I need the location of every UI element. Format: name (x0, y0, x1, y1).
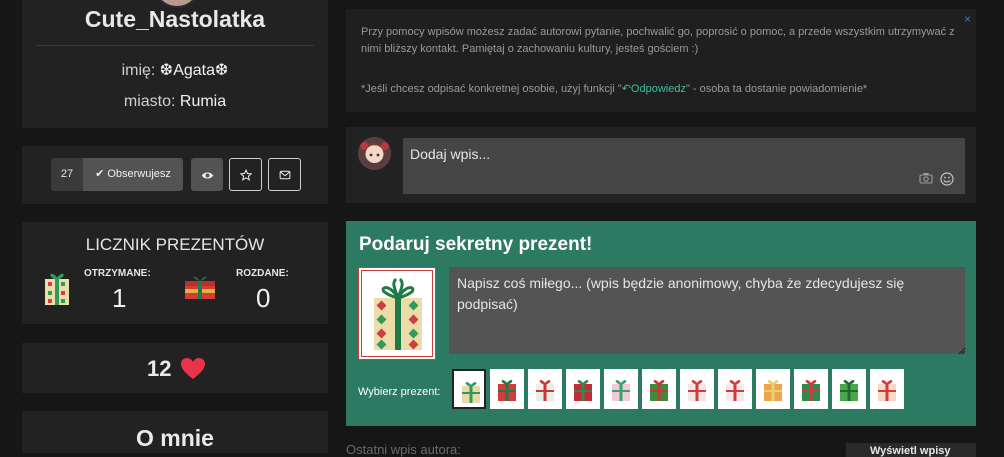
gift-orange-checkered-icon (764, 380, 782, 401)
profile-divider (36, 45, 314, 46)
gift-white-red-dots-icon (688, 380, 706, 401)
reply-hint-after: " - osoba ta dostanie powiadomienie* (685, 83, 868, 95)
gift-option-7[interactable] (680, 369, 714, 409)
reply-link-label: Odpowiedz (630, 83, 686, 95)
gift-received-icon (45, 273, 69, 305)
last-post-label: Ostatni wpis autora: (346, 442, 461, 457)
gift-red-green-ribbon-icon (498, 380, 516, 401)
profile-username: Cute_Nastolatka (84, 6, 266, 32)
selected-gift-icon (374, 277, 422, 350)
received-count: 1 (112, 283, 127, 313)
name-label: imię: (121, 62, 156, 79)
profile-name-line: imię: ❆Agata❆ (22, 60, 328, 80)
follow-label: Obserwujesz (107, 168, 171, 180)
gift-option-10[interactable] (794, 369, 828, 409)
reply-hint-before: *Jeśli chcesz odpisać konkretnej osobie,… (361, 83, 622, 95)
gift-option-8[interactable] (718, 369, 752, 409)
eye-icon (201, 172, 213, 179)
gift-option-5[interactable] (604, 369, 638, 409)
gift-given-icon (185, 276, 215, 299)
resize-grip-icon[interactable] (958, 347, 966, 355)
gift-white-polka-icon (536, 380, 554, 401)
choose-gift-label: Wybierz prezent: (358, 386, 441, 398)
gift-message-input[interactable]: Napisz coś miłego... (wpis będzie anonim… (449, 267, 965, 354)
reply-icon: ↶ (621, 83, 631, 95)
message-button[interactable] (268, 158, 301, 191)
profile-city-line: miasto: Rumia (22, 93, 328, 111)
about-title: O mnie (136, 425, 214, 451)
gift-green-tall-icon (840, 380, 858, 401)
gift-pink-checkered-icon (612, 380, 630, 401)
star-icon (239, 169, 252, 182)
notice-reply-hint: *Jeśli chcesz odpisać konkretnej osobie,… (361, 81, 961, 98)
gift-counter-title: LICZNIK PREZENTÓW (85, 235, 265, 254)
user-avatar[interactable] (358, 137, 391, 170)
gift-peach-red-ribbon-icon (878, 380, 896, 401)
profile-card: Cute_Nastolatka imię: ❆Agata❆ miasto: Ru… (22, 0, 328, 128)
gift-option-2[interactable] (490, 369, 524, 409)
city-value: Rumia (179, 93, 227, 110)
likes-count: 12 (147, 356, 172, 381)
avatar-image (358, 137, 391, 170)
notice-text: Przy pomocy wpisów możesz zadać autorowi… (361, 26, 955, 55)
follow-button[interactable]: ✔ Obserwujesz (83, 158, 183, 191)
name-value: ❆Agata❆ (159, 62, 229, 79)
gift-counter-card: LICZNIK PREZENTÓW OTRZYMANE: 1 ROZDANE: … (22, 222, 328, 324)
gift-option-11[interactable] (832, 369, 866, 409)
received-label: OTRZYMANE: (84, 268, 151, 279)
selected-gift-frame (361, 270, 433, 357)
gift-green-striped-icon (650, 380, 668, 401)
gift-option-4[interactable] (566, 369, 600, 409)
emoji-icon[interactable] (940, 172, 954, 186)
add-post-box: Dodaj wpis... (346, 127, 976, 203)
gift-option-1[interactable] (452, 369, 486, 409)
secret-gift-title: Podaruj sekretny prezent! (359, 234, 593, 255)
profile-actions: 27 ✔ Obserwujesz (22, 146, 328, 204)
gift-red-dotted-icon (574, 380, 592, 401)
gift-white-red-bow-icon (726, 380, 744, 401)
about-card: O mnie (22, 411, 328, 453)
given-label: ROZDANE: (236, 268, 289, 279)
heart-icon[interactable] (180, 357, 206, 380)
likes-card: 12 (22, 343, 328, 393)
followers-count[interactable]: 27 (51, 158, 83, 191)
given-count: 0 (256, 283, 271, 313)
close-icon[interactable]: × (964, 12, 971, 26)
reply-link[interactable]: ↶Odpowiedz (622, 83, 686, 95)
gift-option-12[interactable] (870, 369, 904, 409)
secret-gift-panel: Podaruj sekretny prezent! Napisz coś mił… (346, 221, 976, 426)
gift-option-6[interactable] (642, 369, 676, 409)
watch-button[interactable] (191, 158, 223, 191)
gift-green-red-ribbon-icon (802, 380, 820, 401)
check-icon: ✔ (95, 168, 105, 180)
post-input[interactable]: Dodaj wpis... (403, 138, 965, 194)
gift-option-9[interactable] (756, 369, 790, 409)
favorite-button[interactable] (229, 158, 262, 191)
gift-option-3[interactable] (528, 369, 562, 409)
gift-checkered-green-bow-icon (462, 382, 480, 403)
camera-icon[interactable] (919, 172, 933, 184)
city-label: miasto: (123, 93, 176, 110)
guestbook-notice: × Przy pomocy wpisów możesz zadać autoro… (346, 9, 976, 112)
envelope-icon (279, 171, 290, 180)
show-posts-button[interactable]: Wyświetl wpisy (846, 443, 976, 457)
selected-gift-preview (358, 267, 436, 360)
